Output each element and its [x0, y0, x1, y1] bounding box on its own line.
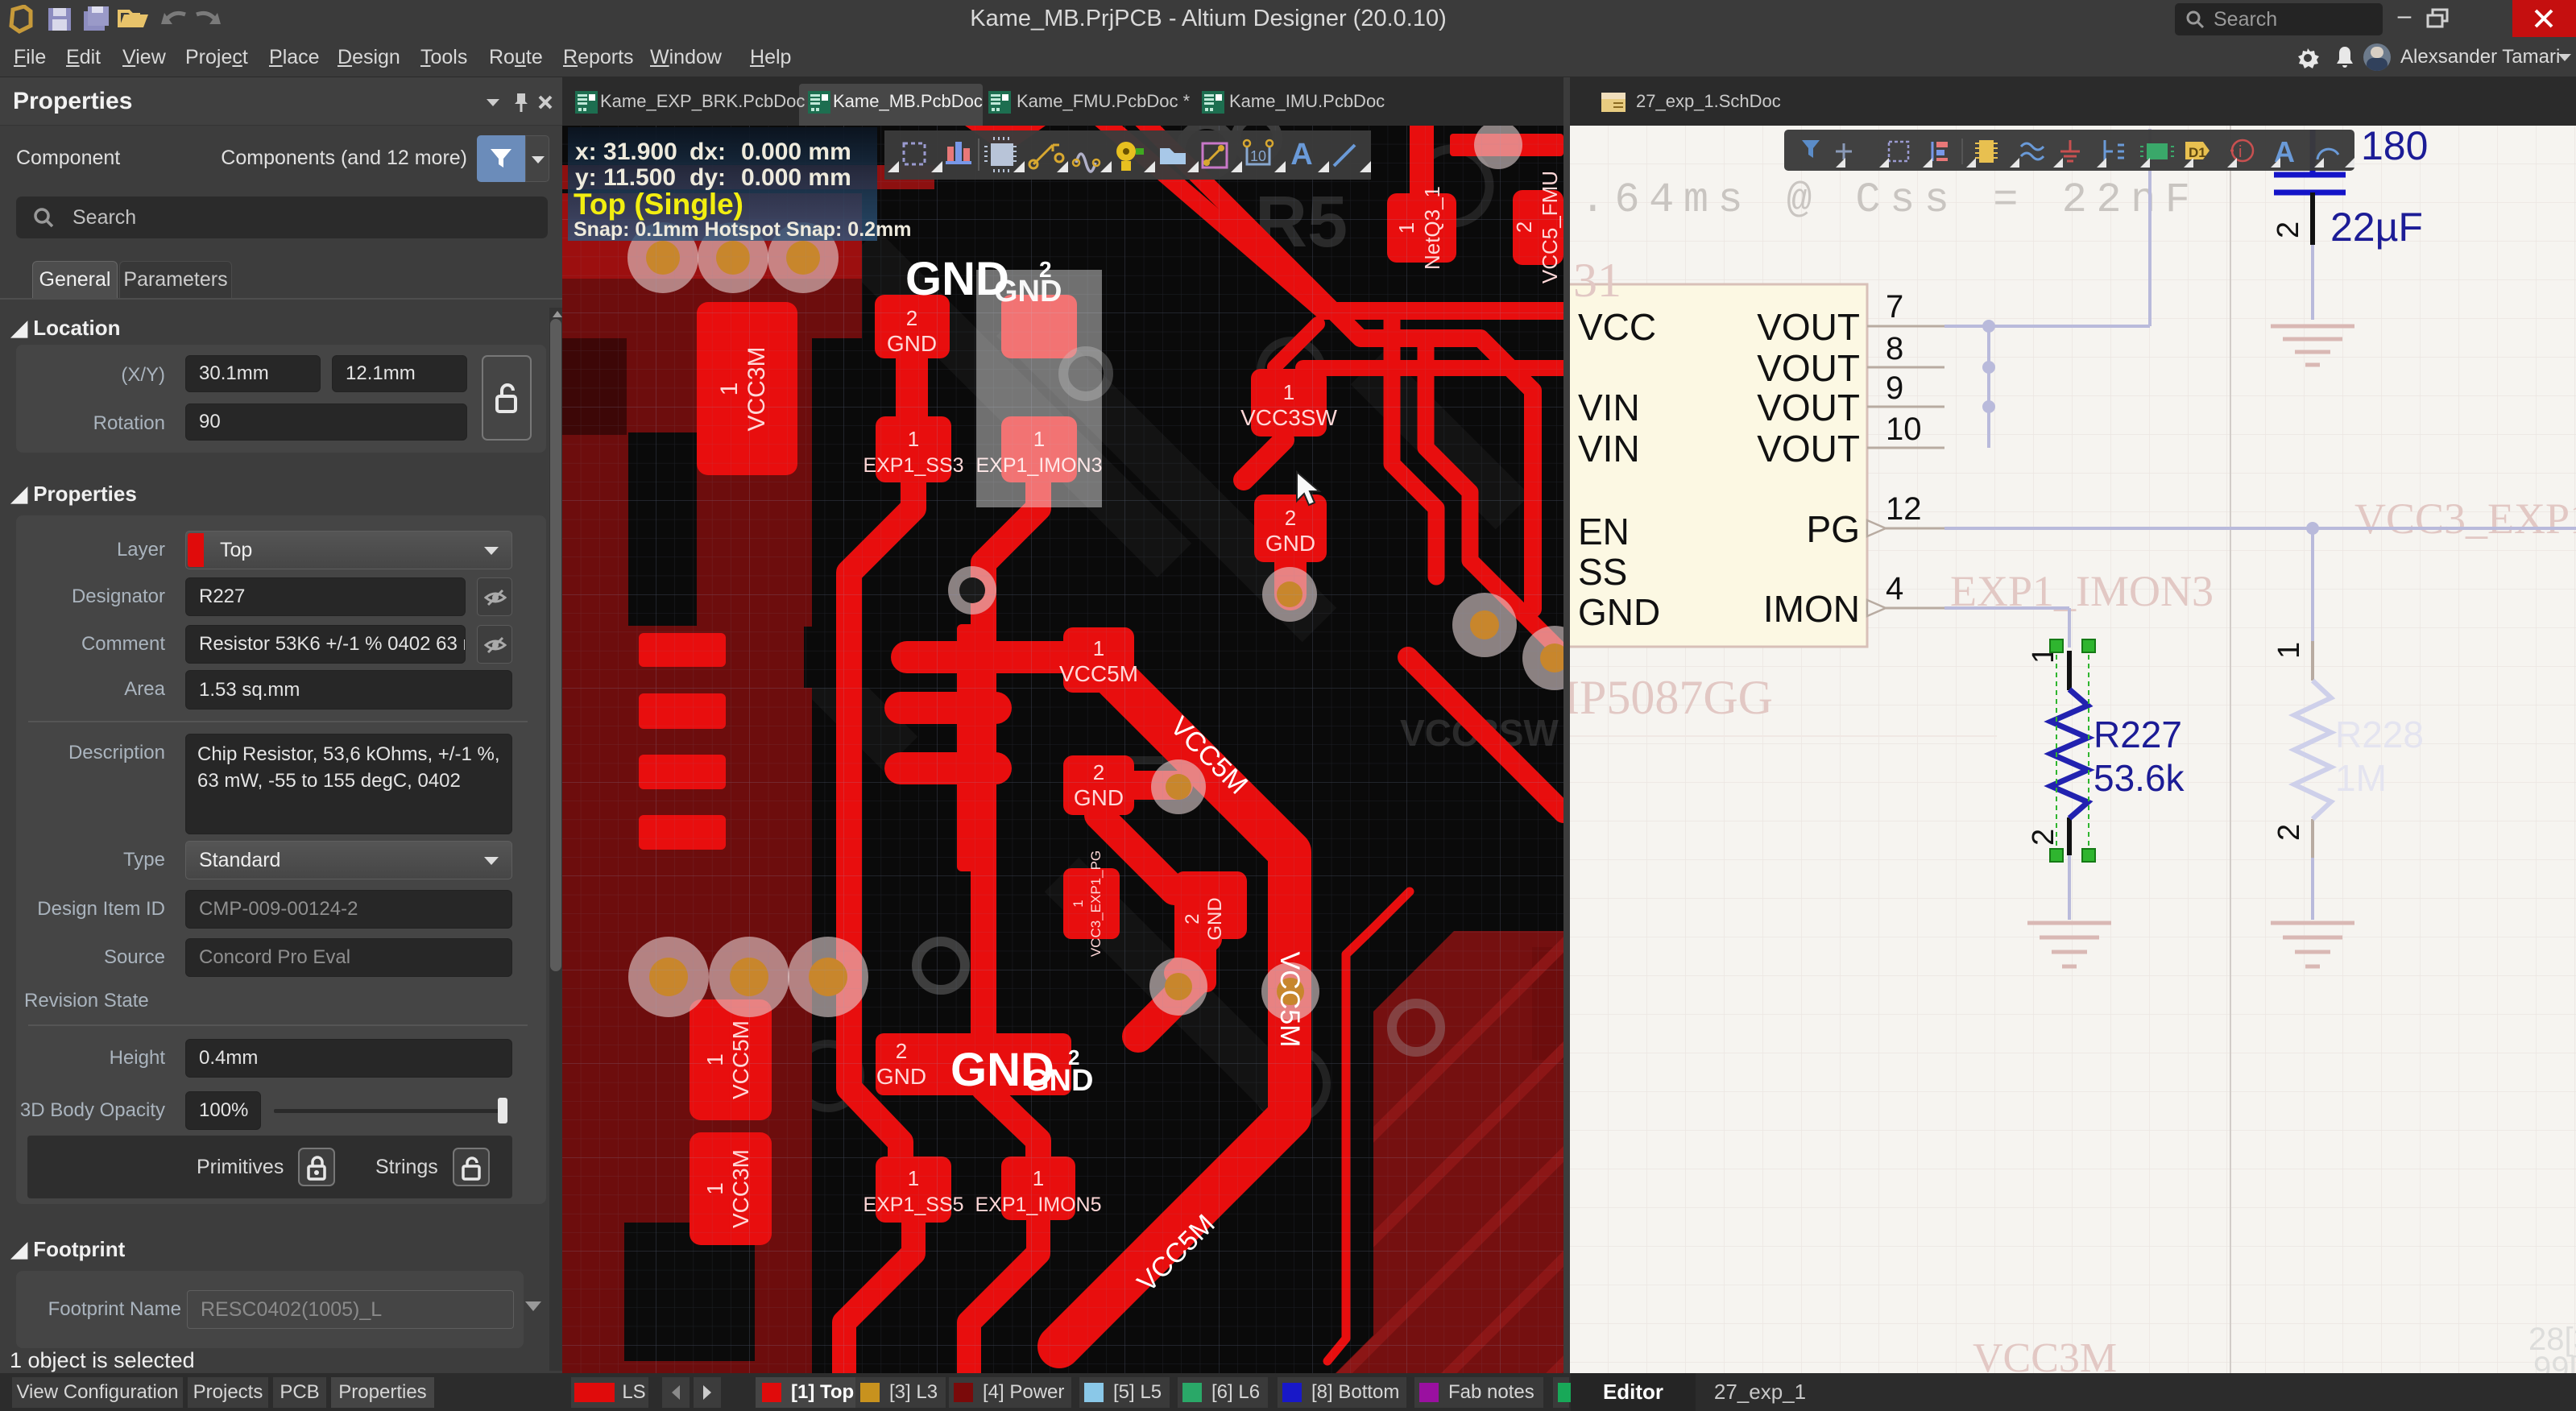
svg-text:GND: GND	[1265, 531, 1315, 556]
svg-text:1: 1	[908, 427, 919, 451]
svg-text:GND: GND	[1074, 785, 1124, 810]
svg-text:VCC3_EXP1_PG: VCC3_EXP1_PG	[1088, 850, 1104, 957]
svg-text:EXP1_SS5: EXP1_SS5	[863, 1194, 963, 1216]
svg-text:EN: EN	[1578, 511, 1630, 552]
svg-text:VIN: VIN	[1578, 428, 1640, 470]
svg-text:R227: R227	[2094, 714, 2182, 755]
svg-text:1: 1	[1033, 1166, 1044, 1190]
svg-text:GND: GND	[1025, 1064, 1093, 1098]
svg-text:VCC3M: VCC3M	[743, 346, 770, 431]
svg-text:9: 9	[1886, 370, 1903, 406]
svg-text:1: 1	[908, 1166, 919, 1190]
svg-text:0.000 mm: 0.000 mm	[741, 164, 851, 191]
svg-text:VCC3M: VCC3M	[1973, 1335, 2117, 1373]
svg-text:2: 2	[2027, 829, 2060, 846]
svg-text:VCC: VCC	[1578, 306, 1656, 348]
svg-text:2: 2	[1512, 221, 1536, 233]
svg-text:NetQ3_1: NetQ3_1	[1420, 186, 1444, 270]
svg-text:53.6k: 53.6k	[2094, 757, 2185, 799]
svg-text:2.64ms @ Css = 22nF: 2.64ms @ Css = 22nF	[1570, 176, 2190, 224]
svg-text:VOUT: VOUT	[1757, 347, 1860, 389]
svg-text:2: 2	[896, 1039, 907, 1063]
svg-text:12: 12	[1886, 491, 1922, 527]
svg-text:x: 31.900: x: 31.900	[575, 139, 677, 165]
svg-text:2: 2	[1039, 257, 1052, 282]
svg-text:1: 1	[716, 383, 743, 396]
svg-text:EXP1_SS3: EXP1_SS3	[863, 454, 963, 477]
svg-text:VOUT: VOUT	[1757, 428, 1860, 470]
svg-text:VCC3SW: VCC3SW	[1240, 405, 1337, 430]
svg-text:R228: R228	[2335, 714, 2424, 755]
svg-text:IMON: IMON	[1763, 588, 1860, 630]
svg-text:99[2: 99[2	[2533, 1351, 2576, 1373]
svg-text:GND: GND	[1204, 897, 1226, 940]
svg-text:VOUT: VOUT	[1757, 387, 1860, 428]
svg-text:2: 2	[1182, 913, 1203, 924]
svg-text:Snap: 0.1mm Hotspot Snap: 0.2m: Snap: 0.1mm Hotspot Snap: 0.2mm	[574, 218, 912, 241]
svg-text:4: 4	[1886, 571, 1903, 606]
svg-text:2: 2	[2272, 221, 2305, 238]
svg-text:1: 1	[1394, 222, 1418, 234]
svg-text:VCC5M: VCC5M	[728, 1020, 753, 1099]
svg-text:VOUT: VOUT	[1757, 306, 1860, 348]
svg-text:10: 10	[1886, 412, 1922, 447]
svg-text:1: 1	[1283, 380, 1294, 404]
svg-text:1: 1	[1093, 636, 1104, 660]
svg-text:2: 2	[906, 306, 917, 330]
svg-text:dx:: dx:	[690, 139, 726, 165]
svg-text:A: A	[1290, 138, 1312, 172]
svg-text:GND: GND	[994, 275, 1062, 308]
svg-text:8: 8	[1886, 331, 1903, 366]
svg-text:1: 1	[2272, 642, 2306, 659]
svg-text:1: 1	[702, 1053, 727, 1066]
svg-text:PG: PG	[1807, 508, 1860, 550]
svg-text:7: 7	[1886, 289, 1903, 325]
svg-text:GND: GND	[1578, 591, 1660, 633]
svg-text:D1: D1	[2189, 145, 2206, 160]
svg-text:2: 2	[1093, 760, 1104, 784]
svg-text:1: 1	[1071, 900, 1086, 907]
svg-text:IP5087GG: IP5087GG	[1570, 671, 1773, 724]
svg-text:VIN: VIN	[1578, 387, 1640, 428]
svg-text:i: i	[2238, 143, 2242, 161]
svg-text:Top (Single): Top (Single)	[574, 188, 743, 221]
svg-text:2: 2	[2272, 824, 2306, 841]
svg-text:22µF: 22µF	[2330, 205, 2423, 250]
svg-text:1: 1	[702, 1182, 727, 1195]
svg-text:0.000 mm: 0.000 mm	[741, 139, 851, 165]
svg-text:31: 31	[1573, 254, 1621, 307]
svg-text:VCC3_EXP1: VCC3_EXP1	[2354, 494, 2576, 543]
svg-text:180: 180	[2361, 126, 2428, 168]
svg-text:2: 2	[1068, 1045, 1079, 1070]
svg-text:VCC5_FMU: VCC5_FMU	[1538, 171, 1562, 283]
svg-text:VCC5M: VCC5M	[1059, 661, 1138, 686]
svg-text:VCC3M: VCC3M	[728, 1149, 753, 1228]
svg-text:1M: 1M	[2335, 757, 2387, 799]
svg-text:10: 10	[1250, 148, 1266, 164]
svg-text:GND: GND	[876, 1064, 926, 1089]
svg-text:GND: GND	[887, 331, 937, 356]
svg-text:SS: SS	[1578, 551, 1627, 593]
svg-text:VCC5M: VCC5M	[1274, 951, 1305, 1047]
svg-text:EXP1_IMON5: EXP1_IMON5	[975, 1194, 1101, 1216]
svg-text:2: 2	[1285, 506, 1296, 530]
